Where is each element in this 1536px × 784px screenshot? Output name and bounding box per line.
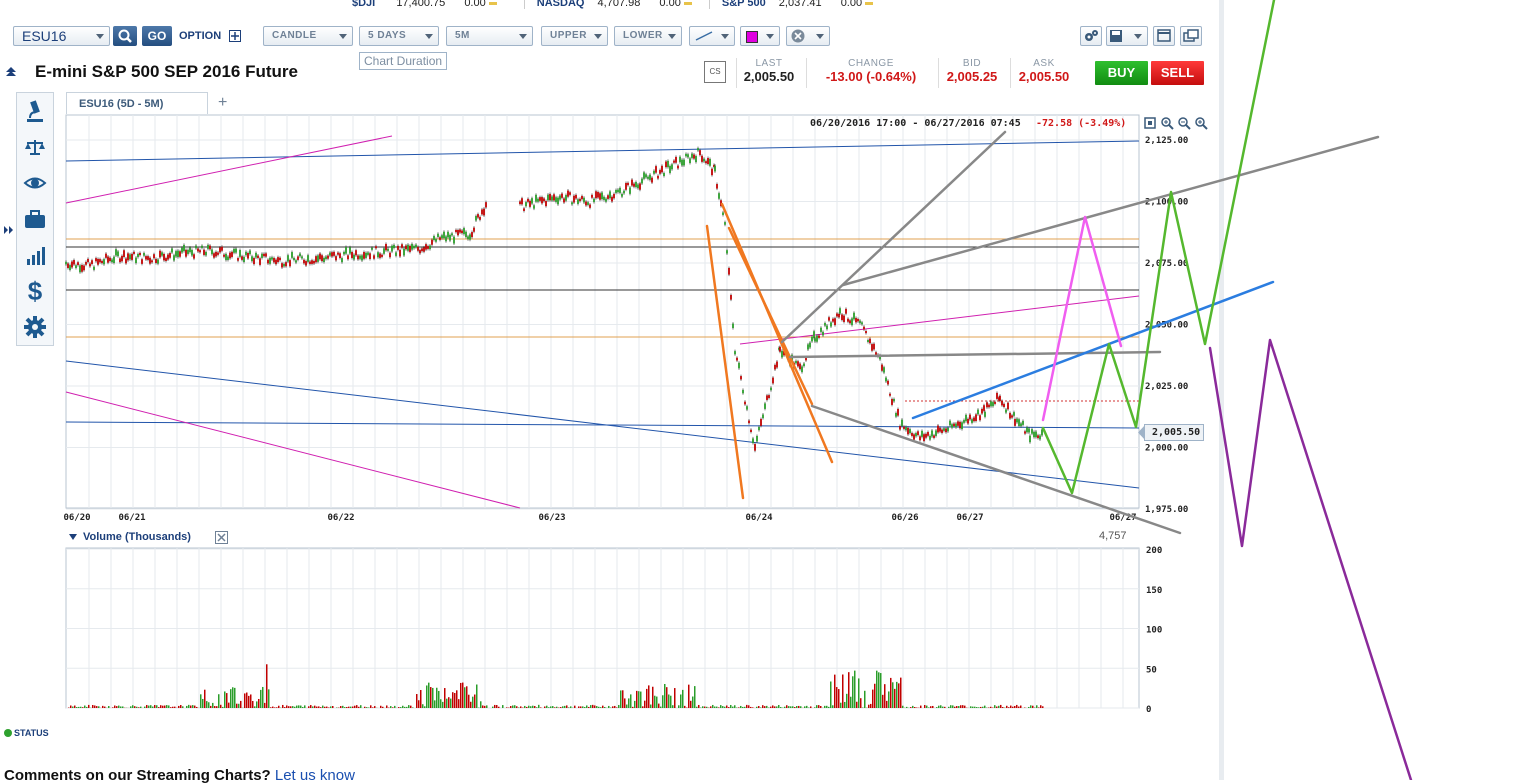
orange-trendline	[722, 204, 832, 462]
gray-trendline	[812, 406, 1180, 533]
gray-trendline	[843, 137, 1378, 285]
annotation-overlay	[0, 0, 1536, 780]
orange-trendline	[707, 226, 743, 498]
gray-trendline	[782, 132, 1005, 342]
gray-trendline	[790, 352, 1160, 357]
orange-trendline	[729, 228, 812, 404]
magenta-projection	[1043, 217, 1121, 420]
purple-projection	[1210, 340, 1411, 780]
